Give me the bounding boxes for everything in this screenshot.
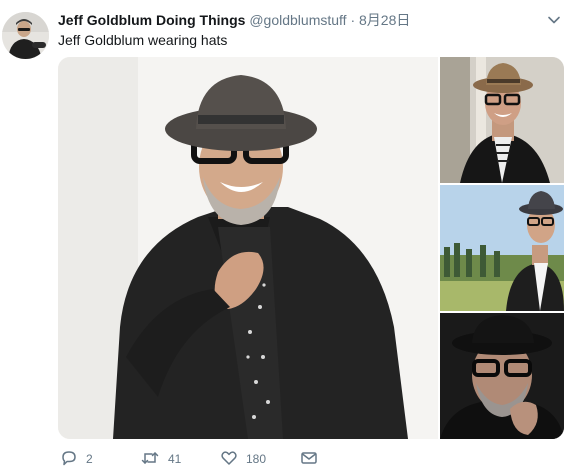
tweet[interactable]: Jeff Goldblum Doing Things @goldblumstuf… (0, 0, 566, 467)
separator-dot: · (350, 12, 356, 28)
avatar-image (2, 12, 49, 59)
reply-button[interactable]: 2 (60, 450, 93, 467)
retweet-icon (140, 449, 160, 467)
avatar[interactable] (2, 12, 49, 59)
retweet-button[interactable]: 41 (140, 450, 181, 467)
photo-middle-right[interactable] (440, 185, 564, 311)
heart-icon (220, 449, 238, 467)
direct-message-button[interactable] (300, 450, 318, 467)
media-grid (58, 57, 564, 439)
display-name[interactable]: Jeff Goldblum Doing Things (58, 12, 245, 28)
tweet-text: Jeff Goldblum wearing hats (58, 32, 228, 48)
reply-count: 2 (86, 452, 93, 466)
reply-icon (60, 449, 78, 467)
like-button[interactable]: 180 (220, 450, 266, 467)
user-handle[interactable]: @goldblumstuff (249, 12, 346, 28)
envelope-icon (300, 449, 318, 467)
tweet-date[interactable]: 8月28日 (359, 12, 410, 28)
retweet-count: 41 (168, 452, 182, 466)
photo-top-right[interactable] (440, 57, 564, 183)
photo-bottom-right[interactable] (440, 313, 564, 439)
like-count: 180 (246, 452, 267, 466)
tweet-header: Jeff Goldblum Doing Things @goldblumstuf… (58, 11, 410, 29)
chevron-down-icon[interactable] (546, 12, 562, 28)
photo-main[interactable] (58, 57, 438, 439)
